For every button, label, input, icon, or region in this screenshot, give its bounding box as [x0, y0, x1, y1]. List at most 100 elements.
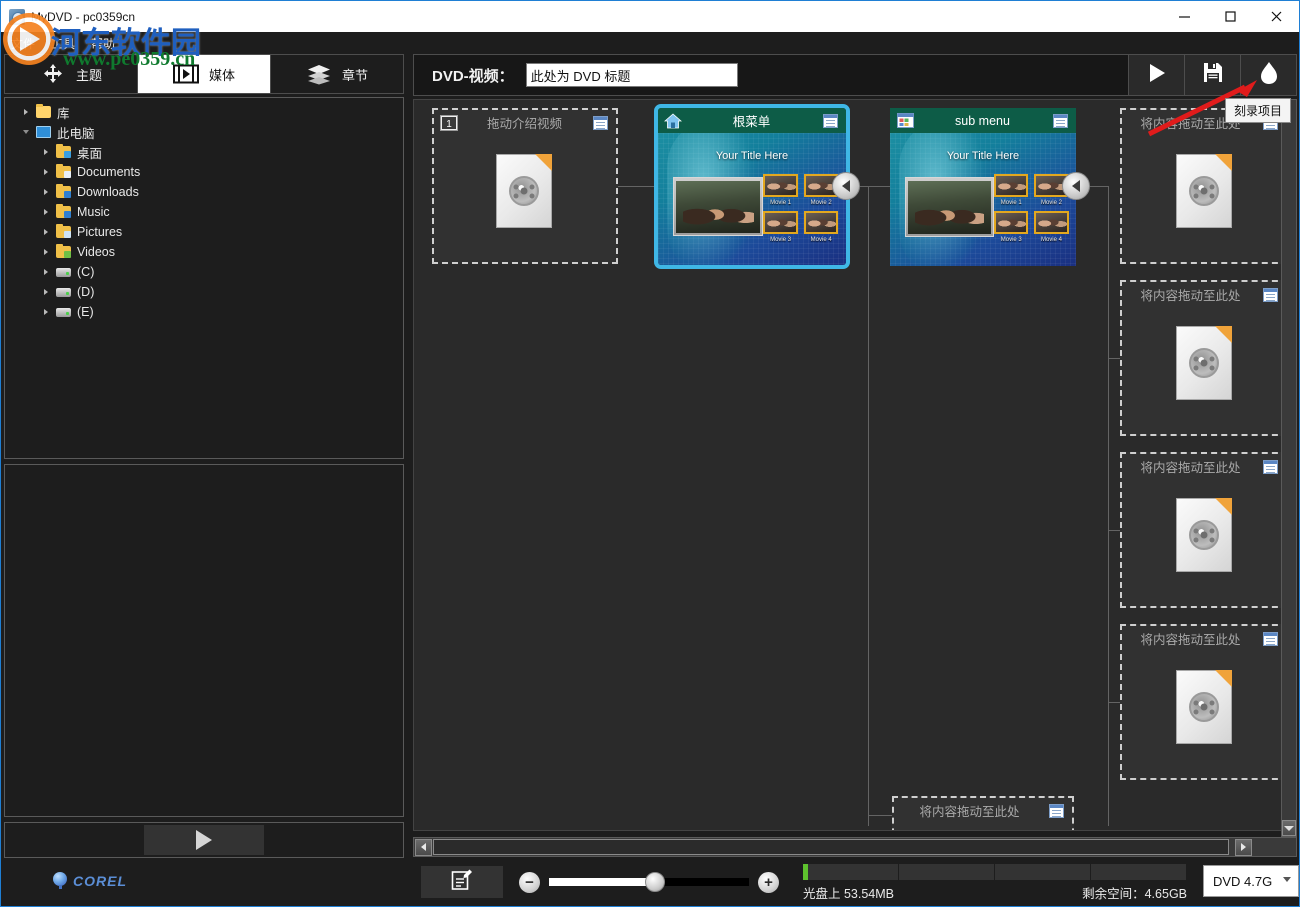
tree-item-label: Pictures — [77, 225, 122, 239]
tree-item-videos[interactable]: Videos — [5, 242, 403, 262]
preview-play-button[interactable] — [144, 825, 264, 855]
computer-icon — [33, 122, 53, 142]
menu-thumb: Movie 4 — [804, 211, 839, 243]
content-dropzone-4[interactable]: 将内容拖动至此处 — [1120, 624, 1288, 780]
menu-list-icon[interactable] — [1259, 628, 1281, 650]
disc-type-select[interactable]: DVD 4.7G — [1203, 865, 1299, 897]
arrow-down-icon — [1284, 826, 1294, 831]
dvd-title-input[interactable] — [526, 63, 738, 87]
chevron-right-icon[interactable] — [39, 182, 53, 202]
canvas-horizontal-scrollbar[interactable] — [413, 837, 1297, 857]
zoom-slider-knob[interactable] — [645, 872, 665, 892]
content-dropzone-1[interactable]: 将内容拖动至此处 — [1120, 108, 1288, 264]
tree-item-documents[interactable]: Documents — [5, 162, 403, 182]
edit-text-button[interactable] — [421, 866, 503, 898]
zoom-out-button[interactable]: − — [519, 872, 540, 893]
menu-thumb-label: Movie 2 — [1034, 200, 1068, 206]
tree-item-this-pc[interactable]: 此电脑 — [5, 122, 403, 142]
menu-thumb: Movie 1 — [763, 174, 798, 206]
minimize-button[interactable] — [1161, 1, 1207, 32]
sub-menu-nav-button[interactable] — [1062, 172, 1090, 200]
canvas-vertical-scrollbar[interactable] — [1281, 99, 1297, 837]
corel-balloon-icon — [53, 872, 67, 889]
menu-list-icon[interactable] — [819, 110, 841, 132]
mydvd-window: MyDVD - pc0359cn 文件 工具 帮助 主题 — [0, 0, 1300, 907]
tree-item-library[interactable]: 库 — [5, 102, 403, 122]
tree-item-label: (E) — [77, 305, 94, 319]
home-icon — [662, 110, 684, 132]
save-project-button[interactable] — [1184, 55, 1240, 95]
chevron-right-icon[interactable] — [39, 162, 53, 182]
intro-video-dropzone[interactable]: 1 拖动介绍视频 — [432, 108, 618, 264]
maximize-button[interactable] — [1207, 1, 1253, 32]
tree-item-drive-e[interactable]: (E) — [5, 302, 403, 322]
minus-icon: − — [525, 875, 534, 890]
storyboard-canvas[interactable]: 1 拖动介绍视频 根菜单 — [413, 99, 1297, 831]
arrow-left-icon — [421, 843, 426, 851]
chevron-right-icon[interactable] — [39, 242, 53, 262]
chevron-left-icon — [842, 180, 850, 192]
zoom-slider[interactable] — [549, 878, 749, 886]
zoom-in-button[interactable]: + — [758, 872, 779, 893]
chevron-right-icon[interactable] — [39, 262, 53, 282]
card-header: sub menu — [890, 108, 1076, 133]
tree-item-label: Documents — [77, 165, 140, 179]
content-dropzone-2[interactable]: 将内容拖动至此处 — [1120, 280, 1288, 436]
burn-project-button[interactable] — [1240, 55, 1296, 95]
folder-pictures-icon — [53, 222, 73, 242]
tree-item-downloads[interactable]: Downloads — [5, 182, 403, 202]
tree-item-desktop[interactable]: 桌面 — [5, 142, 403, 162]
tree-item-pictures[interactable]: Pictures — [5, 222, 403, 242]
card-header: 将内容拖动至此处 — [1122, 282, 1286, 307]
tree-item-drive-c[interactable]: (C) — [5, 262, 403, 282]
menu-list-icon[interactable] — [1049, 110, 1071, 132]
zoom-control[interactable]: − + — [519, 872, 779, 893]
menu-thumb: Movie 4 — [1034, 211, 1068, 243]
tree-item-music[interactable]: Music — [5, 202, 403, 222]
first-play-icon: 1 — [438, 112, 460, 134]
menu-file[interactable]: 文件 — [11, 35, 35, 52]
root-menu-nav-button[interactable] — [832, 172, 860, 200]
menu-main-thumbnail — [673, 177, 763, 236]
tab-media[interactable]: 媒体 — [138, 55, 271, 93]
connector-line — [1108, 186, 1109, 826]
menu-thumb-label: Movie 1 — [994, 200, 1028, 206]
scroll-right-button[interactable] — [1235, 839, 1252, 856]
chevron-right-icon[interactable] — [39, 142, 53, 162]
menu-preview: Your Title Here Movie 1 Movie 2 Movie 3 … — [890, 133, 1076, 266]
chevron-right-icon[interactable] — [39, 202, 53, 222]
chevron-right-icon[interactable] — [39, 282, 53, 302]
close-button[interactable] — [1253, 1, 1299, 32]
tree-item-drive-d[interactable]: (D) — [5, 282, 403, 302]
chevron-right-icon[interactable] — [39, 302, 53, 322]
scroll-left-button[interactable] — [415, 839, 432, 856]
preview-play-button-header[interactable] — [1128, 55, 1184, 95]
card-title: 将内容拖动至此处 — [894, 801, 1045, 820]
tab-chapters[interactable]: 章节 — [271, 55, 403, 93]
menu-list-icon[interactable] — [1259, 456, 1281, 478]
disc-capacity-labels: 光盘上 53.54MB 剩余空间：4.65GB — [803, 883, 1187, 902]
menu-tools[interactable]: 工具 — [51, 35, 75, 52]
chevron-right-icon[interactable] — [19, 102, 33, 122]
file-tree-panel[interactable]: 库 此电脑 桌面 Documents Downloads Music — [4, 97, 404, 459]
root-menu-card[interactable]: 根菜单 Your Title Here Movie 1 Movie 2 Movi… — [654, 104, 850, 269]
content-dropzone-bottom[interactable]: 将内容拖动至此处 — [892, 796, 1074, 831]
tab-theme[interactable]: 主题 — [5, 55, 138, 93]
folder-downloads-icon — [53, 182, 73, 202]
menu-preview: Your Title Here Movie 1 Movie 2 Movie 3 … — [658, 133, 846, 265]
scroll-down-button[interactable] — [1282, 820, 1296, 836]
folder-icon — [33, 102, 53, 122]
floppy-save-icon — [1203, 62, 1223, 88]
content-dropzone-3[interactable]: 将内容拖动至此处 — [1120, 452, 1288, 608]
menu-help[interactable]: 帮助 — [91, 35, 115, 52]
chevron-right-icon[interactable] — [39, 222, 53, 242]
folder-desktop-icon — [53, 142, 73, 162]
sub-menu-card[interactable]: sub menu Your Title Here Movie 1 Movie 2… — [890, 108, 1076, 266]
chevron-down-icon[interactable] — [19, 122, 33, 142]
zoom-slider-fill — [549, 878, 657, 886]
menu-list-icon[interactable] — [589, 112, 611, 134]
scrollbar-thumb[interactable] — [433, 839, 1229, 855]
menu-list-icon[interactable] — [1045, 800, 1067, 822]
connector-line — [1108, 530, 1120, 531]
menu-list-icon[interactable] — [1259, 284, 1281, 306]
